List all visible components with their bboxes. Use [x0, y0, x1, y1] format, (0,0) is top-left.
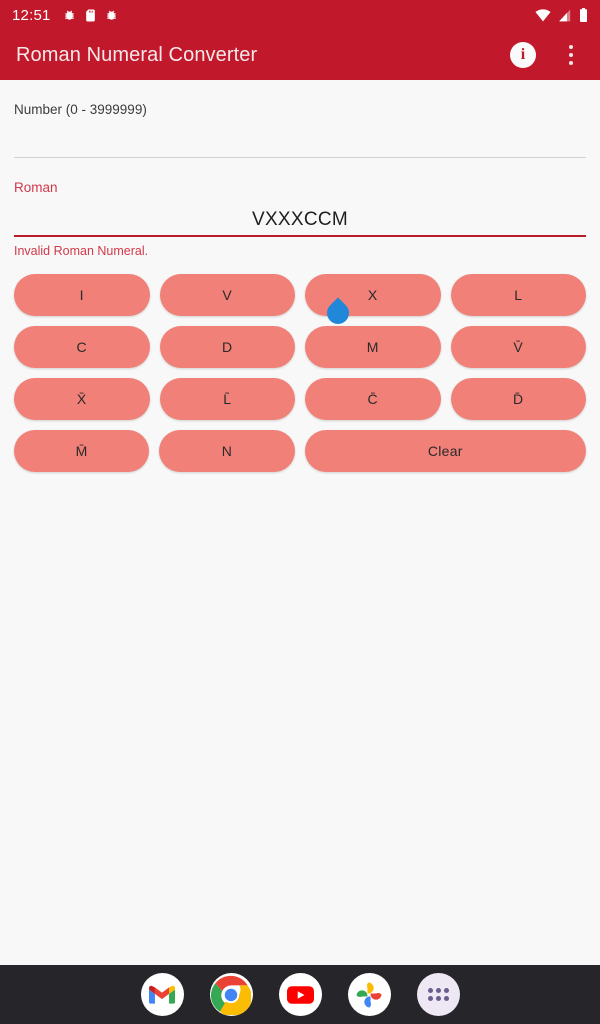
- key-x[interactable]: X: [305, 274, 441, 316]
- number-input[interactable]: [14, 117, 586, 157]
- key-x-bar[interactable]: X̄: [14, 378, 150, 420]
- google-photos-icon[interactable]: [347, 973, 391, 1016]
- more-vert-icon[interactable]: [558, 40, 584, 70]
- status-bar: 12:51: [0, 0, 600, 30]
- keypad-row: M̄ N Clear: [14, 430, 586, 472]
- key-l-bar[interactable]: L̄: [159, 378, 295, 420]
- bug-icon: [105, 9, 118, 22]
- status-bar-clock: 12:51: [12, 6, 51, 24]
- roman-input[interactable]: VXXXCCM: [14, 195, 586, 235]
- roman-field-error: Invalid Roman Numeral.: [14, 244, 149, 258]
- key-i[interactable]: I: [14, 274, 150, 316]
- roman-field-group: Roman VXXXCCM Invalid Roman Numeral.: [14, 158, 586, 258]
- battery-icon: [579, 8, 588, 22]
- app-bar: Roman Numeral Converter i: [0, 30, 600, 80]
- sd-card-icon: [85, 9, 96, 22]
- app-drawer-icon[interactable]: [416, 973, 460, 1016]
- wifi-icon: [535, 8, 551, 22]
- status-bar-left-icons: [63, 9, 118, 22]
- keypad-row: X̄ L̄ C̄ D̄: [14, 378, 586, 420]
- chrome-icon[interactable]: [209, 973, 253, 1016]
- key-c[interactable]: C: [14, 326, 150, 368]
- key-m-bar[interactable]: M̄: [14, 430, 150, 472]
- clear-button[interactable]: Clear: [304, 430, 586, 472]
- key-d[interactable]: D: [159, 326, 295, 368]
- phone-screen: 12:51 Roman Numeral Converter i Number (…: [0, 0, 600, 1024]
- key-n[interactable]: N: [159, 430, 295, 472]
- number-field-group: Number (0 - 3999999): [14, 80, 586, 158]
- key-c-bar[interactable]: C̄: [305, 378, 441, 420]
- cellular-signal-icon: [558, 9, 572, 22]
- roman-input-value: VXXXCCM: [251, 209, 349, 230]
- number-field-label: Number (0 - 3999999): [14, 102, 147, 117]
- youtube-icon[interactable]: [278, 973, 322, 1016]
- key-m[interactable]: M: [305, 326, 441, 368]
- key-v[interactable]: V: [159, 274, 295, 316]
- info-icon[interactable]: i: [510, 42, 536, 68]
- keypad-row: C D M V̄: [14, 326, 586, 368]
- key-d-bar[interactable]: D̄: [450, 378, 586, 420]
- bug-icon: [63, 9, 76, 22]
- keypad-row: IVXL: [14, 274, 586, 316]
- key-l[interactable]: L: [450, 274, 586, 316]
- main-content: Number (0 - 3999999) Roman VXXXCCM Inval…: [0, 80, 600, 482]
- roman-keypad: I V X L C D M V̄ X̄ L̄ C̄ D̄ M̄ N Clear: [14, 274, 586, 472]
- android-dock: [0, 965, 600, 1024]
- roman-field-label: Roman: [14, 180, 58, 195]
- status-bar-right-icons: [535, 8, 588, 22]
- key-v-bar[interactable]: V̄: [450, 326, 586, 368]
- gmail-icon[interactable]: [140, 973, 184, 1016]
- page-title: Roman Numeral Converter: [16, 43, 258, 66]
